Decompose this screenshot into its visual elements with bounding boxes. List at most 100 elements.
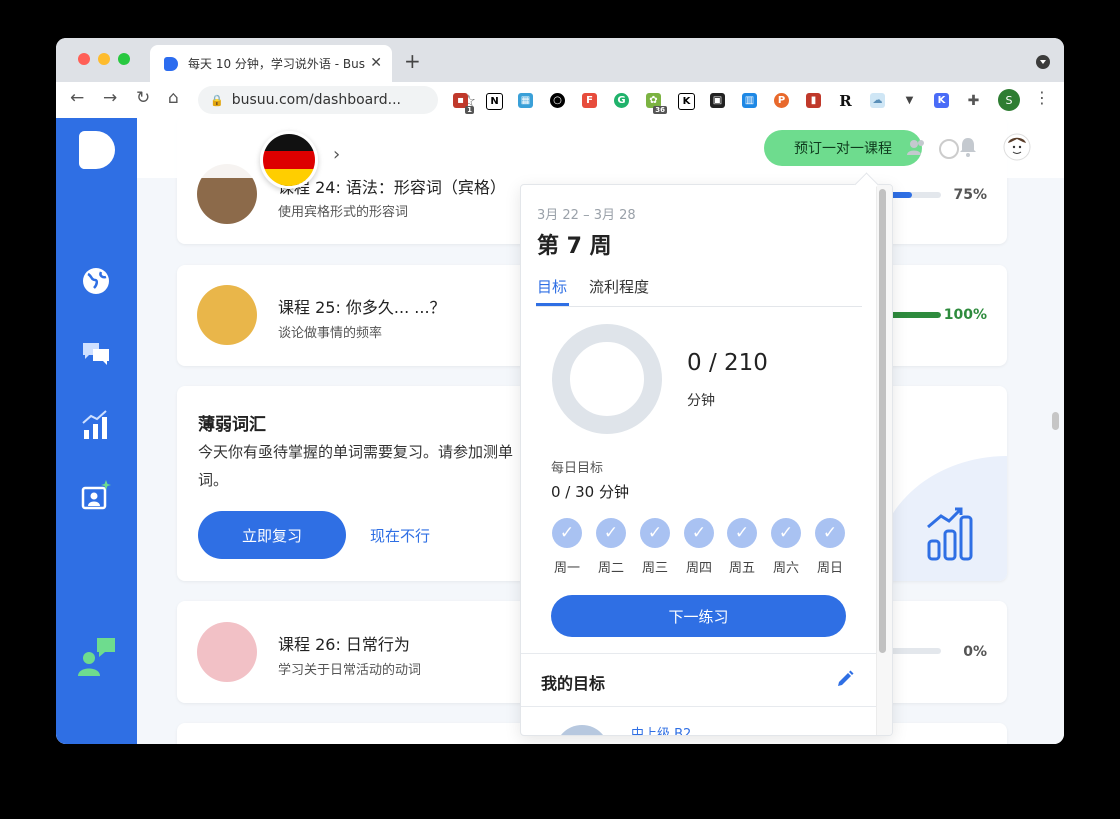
tab-search-icon[interactable] [1036, 55, 1050, 69]
weekly-minutes-value: 0 / 210 [687, 350, 768, 376]
daily-goal-value: 0 / 30 分钟 [551, 483, 629, 501]
extension-gamepad-icon[interactable]: ▣ [710, 93, 725, 108]
lesson-subtitle: 学习关于日常活动的动词 [278, 663, 422, 678]
lesson-progress-label: 75% [953, 187, 987, 203]
tab-close-icon[interactable]: ✕ [370, 55, 382, 71]
extension-p-icon[interactable]: P [774, 93, 789, 108]
weekly-minutes-unit: 分钟 [687, 393, 715, 409]
back-icon[interactable]: ← [70, 88, 84, 108]
active-tab[interactable]: 每天 10 分钟，学习说外语 - Bus ✕ [150, 45, 392, 82]
goal-level-link[interactable]: 中上级 B2 [631, 723, 691, 735]
not-now-link[interactable]: 现在不行 [370, 525, 430, 546]
new-tab-button[interactable]: + [404, 49, 421, 73]
sidebar [56, 118, 137, 744]
check-icon: ✓ [684, 518, 714, 548]
day-label: 周五 [728, 561, 755, 576]
review-now-button[interactable]: 立即复习 [198, 511, 346, 559]
minimize-window-button[interactable] [98, 53, 110, 65]
extension-notion-icon[interactable]: N [486, 93, 503, 110]
page-scrollbar[interactable] [1052, 412, 1059, 430]
tab-fluency[interactable]: 流利程度 [589, 276, 649, 297]
extension-circle-icon[interactable]: ○ [550, 93, 565, 108]
book-lesson-button[interactable]: 预订一对一课程 [764, 130, 922, 166]
next-exercise-button[interactable]: 下一练习 [551, 595, 846, 637]
extension-redbook-icon[interactable]: ▮ [806, 93, 821, 108]
progress-chart-icon[interactable] [79, 408, 113, 442]
extension-k-icon[interactable]: K [934, 93, 949, 108]
app-header: › 预订一对一课程 [137, 118, 1064, 189]
address-bar[interactable]: 🔒 busuu.com/dashboard... ☆ [198, 86, 476, 114]
weekday-row: ✓ 周一 ✓ 周二 ✓ 周三 ✓ 周四 ✓ 周五 ✓ 周六 ✓ 周日 [551, 518, 851, 578]
my-goals-title: 我的目标 [541, 674, 606, 693]
extension-book-icon[interactable]: ▥ [742, 93, 757, 108]
globe-icon[interactable] [79, 264, 113, 298]
day-item: ✓ 周六 [770, 518, 802, 576]
profile-avatar[interactable]: S [998, 89, 1020, 111]
day-label: 周日 [816, 561, 843, 576]
chart-growth-icon [927, 507, 973, 561]
lesson-progress-label: 0% [963, 644, 987, 660]
day-label: 周二 [597, 561, 624, 576]
bell-icon[interactable] [956, 135, 980, 159]
lesson-title: 课程 26: 日常行为 [278, 635, 410, 654]
extension-grammarly-icon[interactable]: G [614, 93, 629, 108]
chevron-right-icon[interactable]: › [333, 144, 340, 165]
tab-title: 每天 10 分钟，学习说外语 - Bus [188, 57, 365, 71]
url-text[interactable]: busuu.com/dashboard... [232, 92, 401, 108]
reload-icon[interactable]: ↻ [136, 88, 150, 108]
popup-scrollbar[interactable] [879, 189, 886, 653]
week-title: 第 7 周 [537, 234, 612, 259]
close-window-button[interactable] [78, 53, 90, 65]
friends-icon[interactable] [905, 135, 929, 159]
day-item: ✓ 周三 [639, 518, 671, 576]
edit-pencil-icon[interactable] [835, 669, 855, 689]
extension-plant-icon[interactable]: ✿ 36 [646, 93, 667, 114]
flag-stripe-red [263, 151, 315, 169]
week-date-range: 3月 22 – 3月 28 [537, 208, 636, 223]
lesson-subtitle: 使用宾格形式的形容词 [278, 205, 409, 220]
user-avatar-icon[interactable] [1003, 133, 1031, 161]
extension-r-icon[interactable]: R [838, 92, 853, 110]
lesson-title: 课程 25: 你多久... ...？ [278, 298, 446, 317]
day-item: ✓ 周四 [683, 518, 715, 576]
day-item: ✓ 周五 [726, 518, 758, 576]
day-label: 周一 [553, 561, 580, 576]
day-item: ✓ 周二 [595, 518, 627, 576]
day-item: ✓ 周一 [551, 518, 583, 576]
extension-todo-icon[interactable]: ▪ 1 [453, 93, 474, 114]
extension-palette-icon[interactable]: ▦ [518, 93, 533, 108]
check-icon: ✓ [596, 518, 626, 548]
community-icon[interactable] [75, 634, 119, 678]
extension-kindle-icon[interactable]: K [678, 93, 695, 110]
chat-bubbles-icon[interactable] [79, 336, 113, 370]
busuu-dashboard: 课程 24: 语法：形容词（宾格） 使用宾格形式的形容词 75% 课程 25: … [56, 118, 1064, 744]
tab-goal[interactable]: 目标 [537, 276, 567, 297]
ring-track [552, 324, 662, 434]
browser-window: 每天 10 分钟，学习说外语 - Bus ✕ + ← → ↻ ⌂ 🔒 busuu… [56, 38, 1064, 744]
extension-fe-icon[interactable]: F [582, 93, 597, 108]
maximize-window-button[interactable] [118, 53, 130, 65]
home-icon[interactable]: ⌂ [168, 88, 179, 108]
day-label: 周三 [641, 561, 668, 576]
german-flag-icon[interactable] [260, 131, 318, 189]
check-icon: ✓ [771, 518, 801, 548]
lesson-thumbnail [197, 622, 257, 682]
minutes-progress-ring [552, 324, 662, 434]
extension-cloud-icon[interactable]: ☁ [870, 93, 885, 108]
extensions-puzzle-icon[interactable]: ✚ [966, 93, 981, 109]
daily-goal-label: 每日目标 [551, 461, 604, 476]
active-tab-underline [536, 303, 569, 306]
day-label: 周四 [685, 561, 712, 576]
browser-menu-icon[interactable]: ⋮ [1034, 88, 1050, 107]
day-label: 周六 [772, 561, 799, 576]
browser-toolbar: ← → ↻ ⌂ 🔒 busuu.com/dashboard... ☆ ▪ 1 N … [56, 82, 1064, 119]
busuu-logo-icon[interactable] [79, 131, 115, 169]
busuu-favicon-icon [164, 56, 178, 71]
extension-v-icon[interactable]: ▼ [902, 93, 917, 108]
check-icon: ✓ [727, 518, 757, 548]
lesson-progress-label: 100% [943, 307, 987, 323]
live-lessons-icon[interactable] [79, 478, 113, 512]
forward-icon[interactable]: → [103, 88, 117, 108]
day-item: ✓ 周日 [814, 518, 846, 576]
check-icon: ✓ [640, 518, 670, 548]
